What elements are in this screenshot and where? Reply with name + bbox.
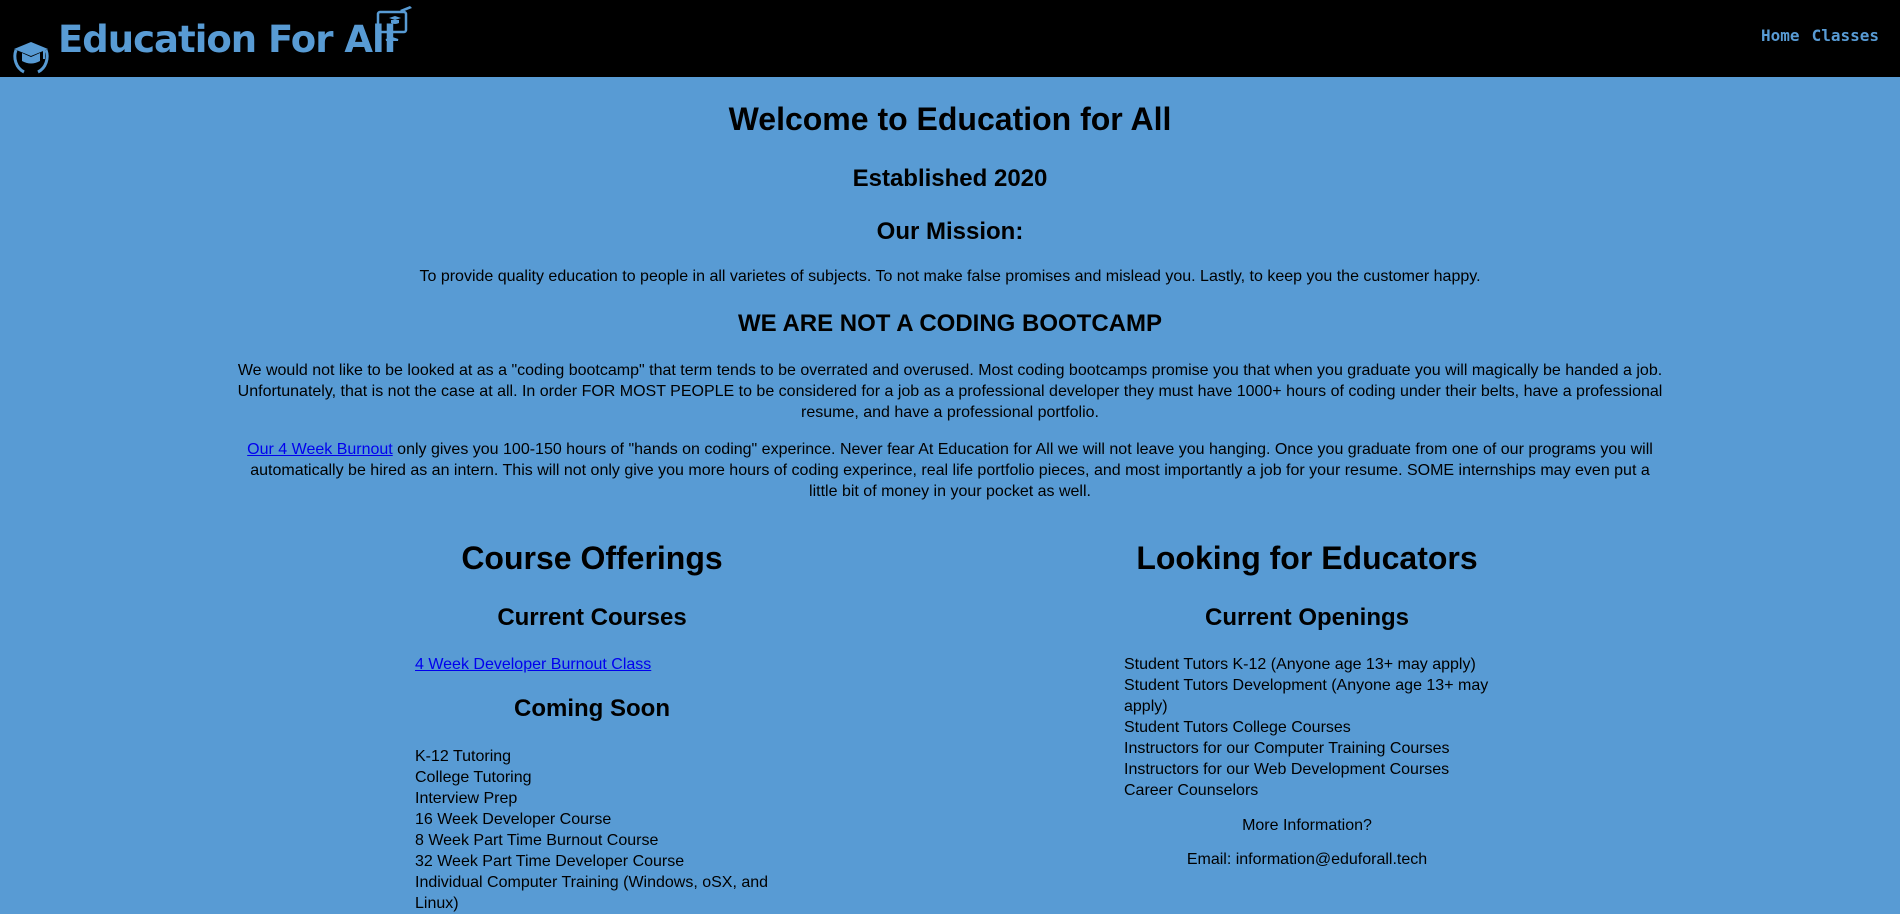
educators-heading: Looking for Educators	[1136, 540, 1478, 576]
list-item: Student Tutors Development (Anyone age 1…	[1124, 677, 1489, 715]
mission-text: To provide quality education to people i…	[419, 268, 1481, 285]
not-bootcamp-heading: WE ARE NOT A CODING BOOTCAMP	[738, 310, 1162, 337]
main-nav: Home Classes	[1761, 26, 1879, 45]
educators-section: Looking for Educators Current Openings S…	[1124, 540, 1490, 869]
coming-soon-heading: Coming Soon	[514, 695, 670, 722]
list-item: Student Tutors College Courses	[1124, 719, 1351, 736]
coming-soon-list: K-12 Tutoring College Tutoring Interview…	[415, 746, 769, 914]
mission-heading: Our Mission:	[876, 218, 1024, 245]
contact-email: Email: information@eduforall.tech	[1186, 851, 1428, 868]
list-item: Student Tutors K-12 (Anyone age 13+ may …	[1124, 656, 1476, 673]
list-item: 16 Week Developer Course	[415, 811, 612, 828]
list-item: 32 Week Part Time Developer Course	[415, 853, 685, 870]
brand-title: Education For All	[58, 18, 396, 61]
welcome-heading: Welcome to Education for All	[728, 101, 1172, 137]
developer-burnout-class-link[interactable]: 4 Week Developer Burnout Class	[415, 656, 651, 673]
nav-classes-link[interactable]: Classes	[1812, 26, 1879, 45]
established-heading: Established 2020	[852, 165, 1048, 192]
current-openings-heading: Current Openings	[1204, 604, 1409, 631]
list-item: K-12 Tutoring	[415, 748, 512, 765]
nav-home-link[interactable]: Home	[1761, 26, 1800, 45]
list-item: Individual Computer Training (Windows, o…	[415, 874, 769, 912]
list-item: 8 Week Part Time Burnout Course	[415, 832, 659, 849]
list-item: Career Counselors	[1124, 782, 1259, 799]
list-item: Interview Prep	[415, 790, 518, 807]
course-offerings-section: Course Offerings Current Courses 4 Week …	[415, 540, 769, 914]
bootcamp-paragraph: We would not like to be looked at as a "…	[237, 362, 1663, 421]
openings-list: Student Tutors K-12 (Anyone age 13+ may …	[1124, 654, 1490, 801]
graduation-cap-laurel-icon	[13, 42, 49, 74]
burnout-paragraph-text: only gives you 100-150 hours of "hands o…	[250, 441, 1653, 500]
top-navbar: Education For All Home Classes	[0, 0, 1900, 77]
list-item: College Tutoring	[415, 769, 532, 786]
list-item: Instructors for our Web Development Cour…	[1124, 761, 1450, 778]
monitor-grad-cap-icon	[376, 6, 412, 41]
burnout-paragraph: Our 4 Week Burnout only gives you 100-15…	[237, 439, 1663, 502]
course-offerings-heading: Course Offerings	[461, 540, 723, 576]
list-item: Instructors for our Computer Training Co…	[1124, 740, 1450, 757]
current-courses-heading: Current Courses	[497, 604, 687, 631]
current-course-item: 4 Week Developer Burnout Class	[415, 654, 769, 675]
more-info-text: More Information?	[1242, 817, 1372, 834]
burnout-link[interactable]: Our 4 Week Burnout	[247, 441, 393, 458]
